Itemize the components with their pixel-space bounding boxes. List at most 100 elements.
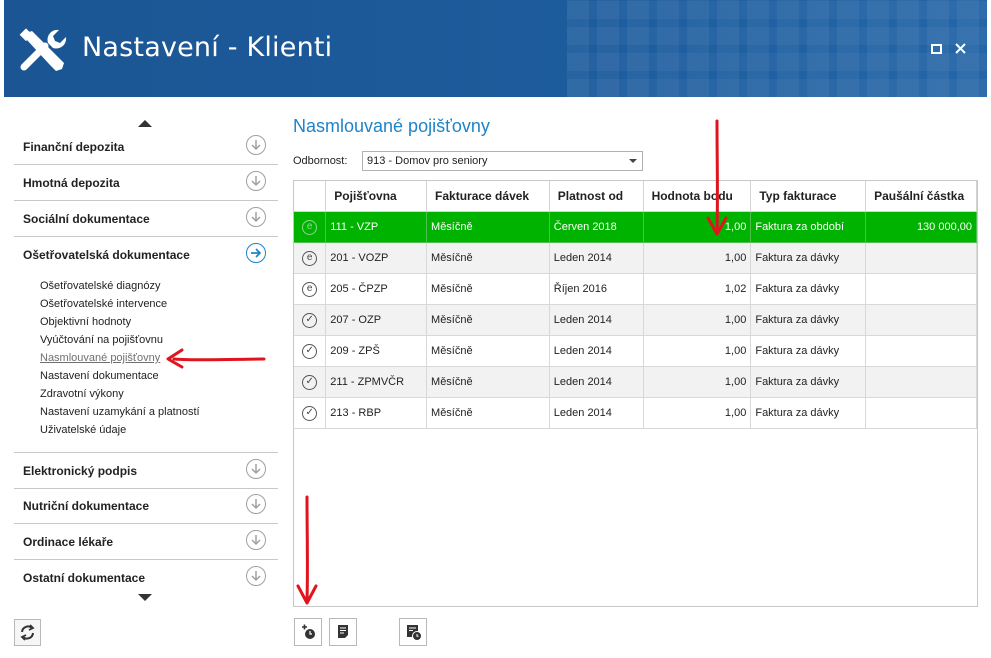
cell-typ: Faktura za dávky [750,242,867,274]
sub-item-nastaveni-uzamykani[interactable]: Nastavení uzamykání a platností [40,406,200,418]
cell-pausal [865,335,977,367]
nav-section-elektronicky-podpis[interactable]: Elektronický podpis [14,452,278,489]
cell-platnost: Červen 2018 [549,211,644,243]
column-header-typ[interactable]: Typ fakturace [750,181,867,212]
cell-fakturace: Měsíčně [426,304,550,336]
sub-item-uzivatelske-udaje[interactable]: Uživatelské údaje [40,424,126,436]
cell-platnost: Leden 2014 [549,242,644,274]
calendar-clock-icon [407,625,422,641]
cell-pausal [865,273,977,305]
cell-pausal [865,397,977,429]
sub-item-nastaveni-dokumentace[interactable]: Nastavení dokumentace [40,370,159,382]
cell-hodnota: 1,00 [643,335,752,367]
cell-typ: Faktura za dávky [750,335,867,367]
check-circle-icon: ✓ [302,312,318,328]
arrow-down-circle-icon [246,207,266,227]
odbornost-label: Odbornost: [293,155,348,167]
sub-item-osetrovatelske-intervence[interactable]: Ošetřovatelské intervence [40,298,167,310]
table-row[interactable]: e 111 - VZP Měsíčně Červen 2018 1,00 Fak… [294,211,977,243]
status-e-icon: e [302,250,318,266]
column-header-platnost[interactable]: Platnost od [549,181,644,212]
cell-hodnota: 1,02 [643,273,752,305]
cell-fakturace: Měsíčně [426,397,550,429]
left-navigation: Finanční depozita Hmotná depozita Sociál… [0,97,286,607]
sub-item-zdravotni-vykony[interactable]: Zdravotní výkony [40,388,124,400]
sub-item-vyuctovani-na-pojistovnu[interactable]: Vyúčtování na pojišťovnu [40,334,163,346]
cell-platnost: Leden 2014 [549,366,644,398]
nav-section-osetrovatelska-dokumentace[interactable]: Ošetřovatelská dokumentace [14,237,278,272]
cell-hodnota: 1,00 [643,366,752,398]
status-e-icon: e [302,219,318,235]
add-insurance-button[interactable] [294,618,322,646]
history-button[interactable] [399,618,427,646]
nav-section-hmotna-depozita[interactable]: Hmotná depozita [14,165,278,201]
nav-section-label: Finanční depozita [23,140,125,154]
cell-hodnota: 1,00 [643,397,752,429]
cell-platnost: Leden 2014 [549,304,644,336]
cell-fakturace: Měsíčně [426,335,550,367]
column-header-hodnota[interactable]: Hodnota bodu [643,181,752,212]
cell-pojistovna: 205 - ČPZP [325,273,428,305]
cell-pausal [865,242,977,274]
nav-section-nutricni-dokumentace[interactable]: Nutriční dokumentace [14,488,278,524]
table-row[interactable]: ✓ 211 - ZPMVČR Měsíčně Leden 2014 1,00 F… [294,366,977,398]
cell-hodnota: 1,00 [643,304,752,336]
cell-hodnota: 1,00 [643,242,752,274]
table-row[interactable]: ✓ 207 - OZP Měsíčně Leden 2014 1,00 Fakt… [294,304,977,336]
nav-section-financni-depozita[interactable]: Finanční depozita [14,129,278,165]
arrow-down-circle-icon [246,135,266,155]
column-header-status[interactable] [294,181,327,212]
status-e-icon: e [302,281,318,297]
nav-section-label: Elektronický podpis [23,464,138,478]
arrow-down-circle-icon [246,494,266,514]
nav-section-label: Ordinace lékaře [23,535,114,549]
table-row[interactable]: e 201 - VOZP Měsíčně Leden 2014 1,00 Fak… [294,242,977,274]
cell-typ: Faktura za dávky [750,304,867,336]
cell-pausal [865,304,977,336]
check-circle-icon: ✓ [302,343,318,359]
sub-item-nasmlouvane-pojistovny[interactable]: Nasmlouvané pojišťovny [40,352,160,364]
cell-typ: Faktura za období [750,211,867,243]
check-circle-icon: ✓ [302,405,318,421]
scroll-down-icon[interactable] [138,594,152,601]
column-header-pojistovna[interactable]: Pojišťovna [325,181,428,212]
cell-fakturace: Měsíčně [426,211,550,243]
nav-section-label: Ostatní dokumentace [23,571,146,585]
scroll-up-icon[interactable] [138,120,152,127]
close-button[interactable] [954,42,968,56]
cell-fakturace: Měsíčně [426,273,550,305]
page-title: Nasmlouvané pojišťovny [293,116,490,136]
check-circle-icon: ✓ [302,374,318,390]
nav-section-socialni-dokumentace[interactable]: Sociální dokumentace [14,201,278,237]
cell-typ: Faktura za dávky [750,273,867,305]
table-row[interactable]: ✓ 213 - RBP Měsíčně Leden 2014 1,00 Fakt… [294,397,977,429]
detail-button[interactable] [329,618,357,646]
title-bar: Nastavení - Klienti [4,0,987,97]
document-icon [338,625,348,638]
cell-fakturace: Měsíčně [426,242,550,274]
maximize-button[interactable] [930,42,944,56]
add-clock-icon [302,624,315,639]
nav-section-label: Sociální dokumentace [23,212,150,226]
close-icon [955,43,966,54]
nav-section-ostatni-dokumentace[interactable]: Ostatní dokumentace [14,560,278,590]
cell-pojistovna: 211 - ZPMVČR [325,366,428,398]
cell-typ: Faktura za dávky [750,397,867,429]
nav-section-label: Ošetřovatelská dokumentace [23,248,190,262]
column-header-fakturace[interactable]: Fakturace dávek [426,181,550,212]
refresh-button[interactable] [14,619,41,646]
cell-pausal [865,366,977,398]
cell-hodnota: 1,00 [643,211,752,243]
maximize-icon [931,44,942,54]
table-row[interactable]: e 205 - ČPZP Měsíčně Říjen 2016 1,02 Fak… [294,273,977,305]
cell-pojistovna: 207 - OZP [325,304,428,336]
arrow-right-circle-icon [246,243,266,263]
insurance-table: Pojišťovna Fakturace dávek Platnost od H… [293,180,978,607]
column-header-pausal[interactable]: Paušální částka [865,181,977,212]
sub-item-osetrovatelske-diagnozy[interactable]: Ošetřovatelské diagnózy [40,280,160,292]
tools-icon [19,28,67,71]
odbornost-select[interactable]: 913 - Domov pro seniory [362,151,643,171]
sub-item-objektivni-hodnoty[interactable]: Objektivní hodnoty [40,316,131,328]
nav-section-ordinace-lekare[interactable]: Ordinace lékaře [14,524,278,560]
table-row[interactable]: ✓ 209 - ZPŠ Měsíčně Leden 2014 1,00 Fakt… [294,335,977,367]
